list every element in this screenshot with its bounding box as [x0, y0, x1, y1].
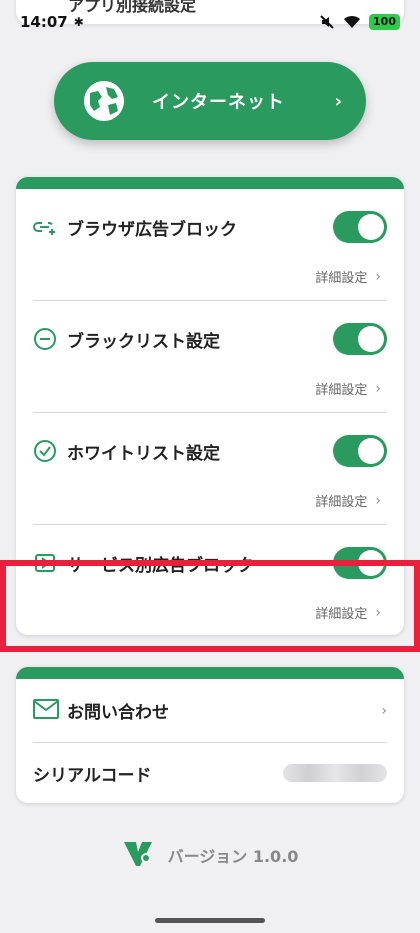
- card-accent-bar: [16, 177, 404, 189]
- serial-code-label: シリアルコード: [33, 765, 152, 786]
- link-plus-icon: [33, 215, 57, 239]
- internet-button[interactable]: インターネット ›: [54, 62, 366, 140]
- status-icons: 100: [319, 14, 400, 30]
- service-ad-block-detail-link[interactable]: 詳細設定 ›: [315, 603, 381, 623]
- mute-icon: [319, 14, 335, 30]
- blacklist-detail-link[interactable]: 詳細設定 ›: [315, 379, 381, 399]
- detail-label: 詳細設定: [315, 383, 368, 398]
- home-indicator[interactable]: [155, 918, 265, 923]
- detail-label: 詳細設定: [315, 271, 368, 286]
- chevron-right-icon: ›: [375, 604, 381, 621]
- setting-label: ブラックリスト設定: [67, 331, 220, 352]
- detail-label: 詳細設定: [315, 495, 368, 510]
- detail-label: 詳細設定: [315, 607, 368, 622]
- ad-block-settings-card: ブラウザ広告ブロック 詳細設定 › ブラックリスト設定 詳細設定 › ホワイトリ…: [16, 177, 404, 635]
- setting-label: ブラウザ広告ブロック: [67, 219, 237, 240]
- wifi-icon: [343, 15, 361, 29]
- settings-gear-icon: ✱: [73, 15, 84, 29]
- app-logo-icon: [122, 838, 154, 872]
- chevron-right-icon: ›: [381, 702, 387, 719]
- contact-row[interactable]: お問い合わせ ›: [33, 679, 387, 743]
- contact-label: お問い合わせ: [67, 703, 169, 723]
- version-info: バージョン 1.0.0: [0, 838, 420, 872]
- whitelist-toggle[interactable]: [333, 435, 387, 467]
- service-ad-block-toggle[interactable]: [333, 547, 387, 579]
- setting-row-blacklist: ブラックリスト設定 詳細設定 ›: [33, 301, 387, 413]
- play-icon: [33, 551, 57, 575]
- minus-circle-icon: [33, 327, 57, 351]
- setting-row-service-ad-block: サービス別広告ブロック 詳細設定 ›: [33, 525, 387, 635]
- support-card: お問い合わせ › シリアルコード: [16, 667, 404, 803]
- version-label: バージョン 1.0.0: [167, 847, 299, 866]
- status-bar: 14:07 ✱ 100: [0, 0, 420, 44]
- battery-indicator: 100: [369, 14, 400, 30]
- setting-label: ホワイトリスト設定: [67, 443, 220, 464]
- mail-icon: [33, 698, 59, 723]
- serial-code-row: シリアルコード: [33, 743, 387, 803]
- browser-ad-block-detail-link[interactable]: 詳細設定 ›: [315, 267, 381, 287]
- chevron-right-icon: ›: [375, 380, 381, 397]
- internet-label: インターネット: [152, 92, 285, 113]
- setting-row-browser-ad-block: ブラウザ広告ブロック 詳細設定 ›: [33, 189, 387, 301]
- chevron-right-icon: ›: [375, 492, 381, 509]
- setting-label: サービス別広告ブロック: [67, 555, 254, 576]
- setting-row-whitelist: ホワイトリスト設定 詳細設定 ›: [33, 413, 387, 525]
- blacklist-toggle[interactable]: [333, 323, 387, 355]
- check-circle-icon: [33, 439, 57, 463]
- globe-icon: [84, 81, 124, 121]
- card-accent-bar: [16, 667, 404, 679]
- whitelist-detail-link[interactable]: 詳細設定 ›: [315, 491, 381, 511]
- status-time: 14:07: [20, 13, 68, 31]
- browser-ad-block-toggle[interactable]: [333, 211, 387, 243]
- serial-code-value-redacted: [283, 764, 387, 782]
- chevron-right-icon: ›: [334, 90, 342, 112]
- chevron-right-icon: ›: [375, 268, 381, 285]
